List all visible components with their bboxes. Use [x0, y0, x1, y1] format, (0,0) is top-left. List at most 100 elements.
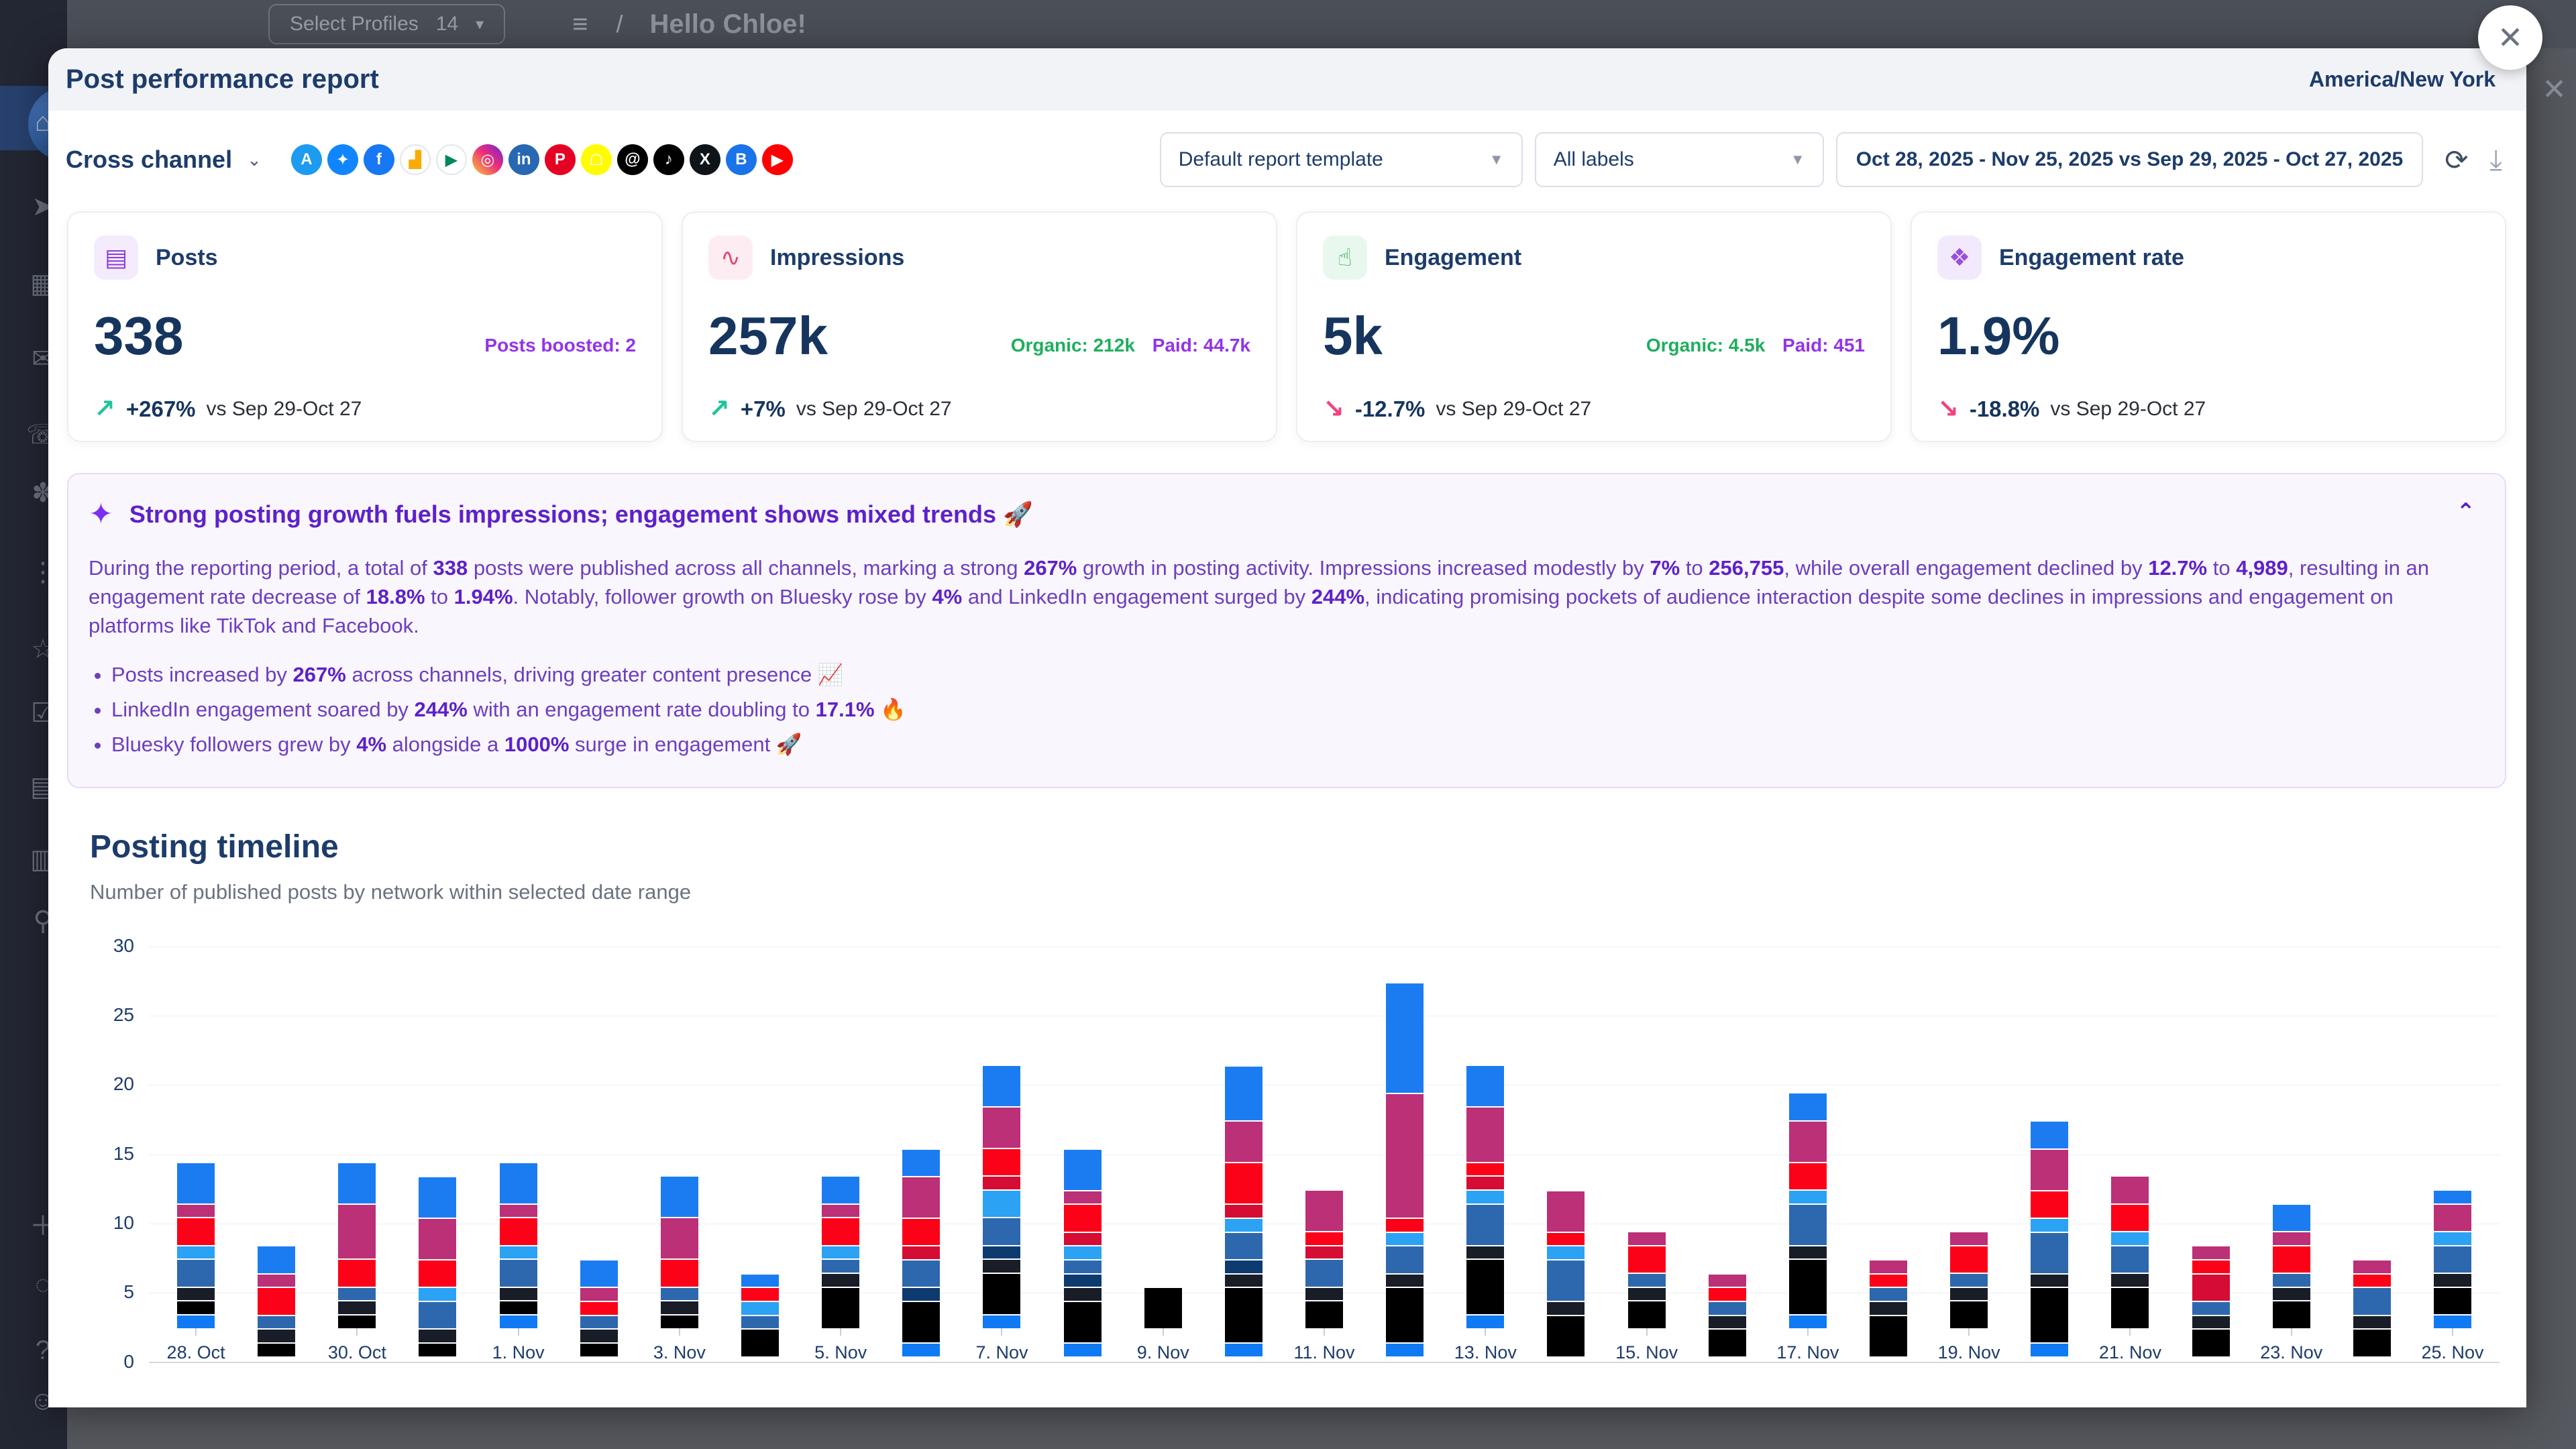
bar-segment-twitter[interactable] — [1225, 1218, 1263, 1232]
bar-segment-tiktok[interactable] — [2111, 1287, 2149, 1328]
bar-segment-tiktok[interactable] — [1466, 1258, 1504, 1314]
bar-segment-linkedin[interactable] — [1466, 1203, 1504, 1245]
stacked-bar[interactable] — [1709, 947, 1746, 1356]
bar-segment-instagram[interactable] — [1950, 1231, 1988, 1245]
threads-icon[interactable]: @ — [617, 144, 648, 175]
bar-segment-pinterest[interactable] — [1466, 1175, 1504, 1189]
bar-segment-pinterest[interactable] — [1225, 1203, 1263, 1218]
bar-segment-linkedin[interactable] — [1386, 1245, 1424, 1273]
bar-segment-facebook[interactable] — [2273, 1203, 2310, 1231]
bar-segment-bluesky[interactable] — [1466, 1314, 1504, 1328]
bar-segment-x[interactable] — [1064, 1273, 1102, 1287]
bar-segment-instagram[interactable] — [1305, 1189, 1343, 1231]
bar-segment-instagram[interactable] — [338, 1203, 376, 1259]
bar-segment-threads[interactable] — [2353, 1315, 2391, 1329]
stacked-bar[interactable] — [2111, 947, 2149, 1328]
bar-segment-tiktok[interactable] — [983, 1273, 1020, 1314]
bar-segment-threads[interactable] — [1547, 1301, 1585, 1315]
bar-segment-twitter[interactable] — [822, 1245, 859, 1259]
bar-segment-linkedin[interactable] — [177, 1258, 215, 1286]
bar-segment-linkedin[interactable] — [1547, 1259, 1585, 1301]
bar-segment-tiktok[interactable] — [1950, 1300, 1988, 1328]
instagram-icon[interactable]: ◎ — [472, 144, 503, 175]
bar-segment-facebook[interactable] — [258, 1245, 295, 1273]
bar-segment-youtube[interactable] — [1628, 1245, 1666, 1273]
bar-segment-tiktok[interactable] — [1709, 1328, 1746, 1356]
stacked-bar[interactable] — [419, 947, 456, 1356]
bar-segment-tiktok[interactable] — [258, 1342, 295, 1356]
bar-segment-youtube[interactable] — [338, 1258, 376, 1286]
stacked-bar[interactable] — [2192, 947, 2230, 1356]
bar-segment-instagram[interactable] — [983, 1106, 1020, 1148]
refresh-icon[interactable]: ⟳ — [2445, 144, 2468, 176]
bar-segment-youtube[interactable] — [177, 1217, 215, 1244]
bar-segment-youtube[interactable] — [500, 1217, 537, 1244]
bar-segment-threads[interactable] — [1466, 1245, 1504, 1259]
bar-segment-tiktok[interactable] — [1064, 1301, 1102, 1342]
bar-segment-facebook[interactable] — [1064, 1148, 1102, 1190]
bar-segment-threads[interactable] — [822, 1273, 859, 1287]
bar-segment-youtube[interactable] — [2031, 1190, 2068, 1218]
bar-segment-youtube[interactable] — [2273, 1245, 2310, 1273]
bar-segment-tiktok[interactable] — [2353, 1328, 2391, 1356]
bar-segment-instagram[interactable] — [419, 1218, 456, 1259]
bar-segment-youtube[interactable] — [1870, 1273, 1907, 1287]
bar-segment-tiktok[interactable] — [338, 1314, 376, 1328]
bar-segment-tiktok[interactable] — [2031, 1287, 2068, 1342]
bar-segment-youtube[interactable] — [983, 1148, 1020, 1175]
bar-segment-youtube[interactable] — [258, 1287, 295, 1314]
bar-segment-linkedin[interactable] — [2111, 1245, 2149, 1273]
bar-segment-twitter[interactable] — [419, 1287, 456, 1301]
bar-segment-threads[interactable] — [1386, 1273, 1424, 1287]
bar-segment-facebook[interactable] — [1225, 1065, 1263, 1121]
bar-segment-threads[interactable] — [2031, 1273, 2068, 1287]
bar-segment-linkedin[interactable] — [1950, 1273, 1988, 1287]
bar-segment-linkedin[interactable] — [822, 1258, 859, 1273]
bar-segment-instagram[interactable] — [1789, 1120, 1827, 1162]
stacked-bar[interactable] — [338, 947, 376, 1328]
bar-segment-facebook[interactable] — [902, 1148, 940, 1176]
bar-segment-facebook[interactable] — [822, 1175, 859, 1203]
bar-segment-twitter[interactable] — [177, 1245, 215, 1259]
stacked-bar[interactable] — [1466, 947, 1504, 1328]
bar-segment-youtube[interactable] — [661, 1258, 698, 1286]
google-play-icon[interactable]: ▶ — [436, 144, 467, 175]
bar-segment-threads[interactable] — [1950, 1287, 1988, 1301]
stacked-bar[interactable] — [2031, 947, 2068, 1356]
bar-segment-instagram[interactable] — [661, 1217, 698, 1258]
bluesky-icon[interactable]: ✦ — [327, 144, 358, 175]
bar-segment-bluesky[interactable] — [2031, 1342, 2068, 1356]
stacked-bar[interactable] — [822, 947, 859, 1328]
stacked-bar[interactable] — [1547, 947, 1585, 1356]
bar-segment-instagram[interactable] — [1225, 1120, 1263, 1162]
bar-segment-facebook[interactable] — [419, 1176, 456, 1218]
select-profiles-dropdown[interactable]: Select Profiles 14 ▾ — [268, 4, 505, 44]
bar-segment-instagram[interactable] — [2434, 1203, 2471, 1231]
stacked-bar[interactable] — [1305, 947, 1343, 1328]
bar-segment-bluesky[interactable] — [1386, 1342, 1424, 1356]
bar-segment-facebook[interactable] — [338, 1162, 376, 1203]
bar-segment-instagram[interactable] — [902, 1176, 940, 1218]
bar-segment-instagram[interactable] — [2273, 1231, 2310, 1245]
bar-segment-pinterest[interactable] — [983, 1175, 1020, 1189]
bar-segment-youtube[interactable] — [580, 1301, 618, 1315]
bar-segment-youtube[interactable] — [2111, 1203, 2149, 1231]
bar-segment-threads[interactable] — [177, 1287, 215, 1301]
bar-segment-twitter[interactable] — [2434, 1231, 2471, 1245]
bar-segment-youtube[interactable] — [1305, 1231, 1343, 1245]
stacked-bar[interactable] — [1789, 947, 1827, 1328]
bar-segment-instagram[interactable] — [1547, 1190, 1585, 1232]
bar-segment-twitter[interactable] — [2031, 1218, 2068, 1232]
bar-segment-tiktok[interactable] — [2273, 1300, 2310, 1328]
bar-segment-instagram[interactable] — [500, 1203, 537, 1218]
bar-segment-youtube[interactable] — [1386, 1218, 1424, 1232]
bar-segment-tiktok[interactable] — [1547, 1315, 1585, 1356]
bar-segment-tiktok[interactable] — [1789, 1258, 1827, 1314]
bar-segment-tiktok[interactable] — [1305, 1300, 1343, 1328]
bar-segment-threads[interactable] — [1225, 1273, 1263, 1287]
date-range-picker[interactable]: Oct 28, 2025 - Nov 25, 2025 vs Sep 29, 2… — [1836, 132, 2424, 187]
bar-segment-youtube[interactable] — [1466, 1162, 1504, 1176]
bar-segment-threads[interactable] — [2434, 1273, 2471, 1287]
bar-segment-threads[interactable] — [1709, 1315, 1746, 1329]
bar-segment-tiktok[interactable] — [1870, 1315, 1907, 1356]
